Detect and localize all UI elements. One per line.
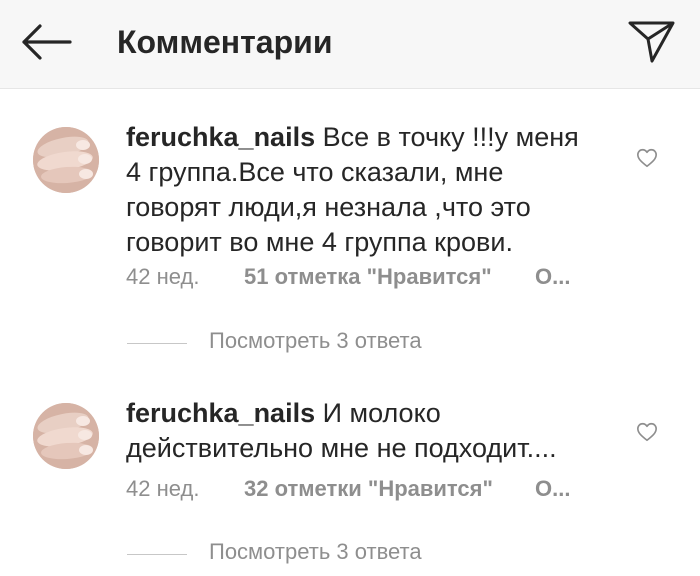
share-button[interactable] xyxy=(626,17,676,65)
top-bar: Комментарии xyxy=(0,0,700,89)
view-replies[interactable]: Посмотреть 3 ответа xyxy=(127,539,527,569)
view-replies-label[interactable]: Посмотреть 3 ответа xyxy=(209,539,422,565)
back-button[interactable] xyxy=(20,22,72,62)
replies-divider xyxy=(127,343,187,344)
comment-username[interactable]: feruchka_nails xyxy=(126,398,315,428)
nails-photo-avatar xyxy=(33,127,99,193)
heart-outline-icon xyxy=(637,422,657,442)
like-button[interactable] xyxy=(636,147,658,169)
like-button[interactable] xyxy=(636,421,658,443)
comment-meta: 42 нед. 51 отметка "Нравится" О... xyxy=(126,264,570,290)
likes-count[interactable]: 32 отметки "Нравится" xyxy=(244,476,493,502)
nails-photo-avatar xyxy=(33,403,99,469)
avatar[interactable] xyxy=(33,403,99,469)
reply-button[interactable]: О... xyxy=(535,264,570,290)
comment-text: feruchka_nails И молоко действительно мн… xyxy=(126,396,596,466)
heart-outline-icon xyxy=(637,148,657,168)
comment-time: 42 нед. xyxy=(126,476,200,501)
comment-username[interactable]: feruchka_nails xyxy=(126,122,315,152)
view-replies[interactable]: Посмотреть 3 ответа xyxy=(127,328,527,358)
comment-time: 42 нед. xyxy=(126,264,200,289)
comment-meta: 42 нед. 32 отметки "Нравится" О... xyxy=(126,476,570,502)
back-arrow-icon xyxy=(22,24,72,60)
view-replies-label[interactable]: Посмотреть 3 ответа xyxy=(209,328,422,354)
likes-count[interactable]: 51 отметка "Нравится" xyxy=(244,264,492,290)
comment-text: feruchka_nails Все в точку !!!у меня 4 г… xyxy=(126,120,596,260)
avatar[interactable] xyxy=(33,127,99,193)
replies-divider xyxy=(127,554,187,555)
reply-button[interactable]: О... xyxy=(535,476,570,502)
page-title: Комментарии xyxy=(117,24,333,60)
paper-plane-icon xyxy=(628,21,675,63)
